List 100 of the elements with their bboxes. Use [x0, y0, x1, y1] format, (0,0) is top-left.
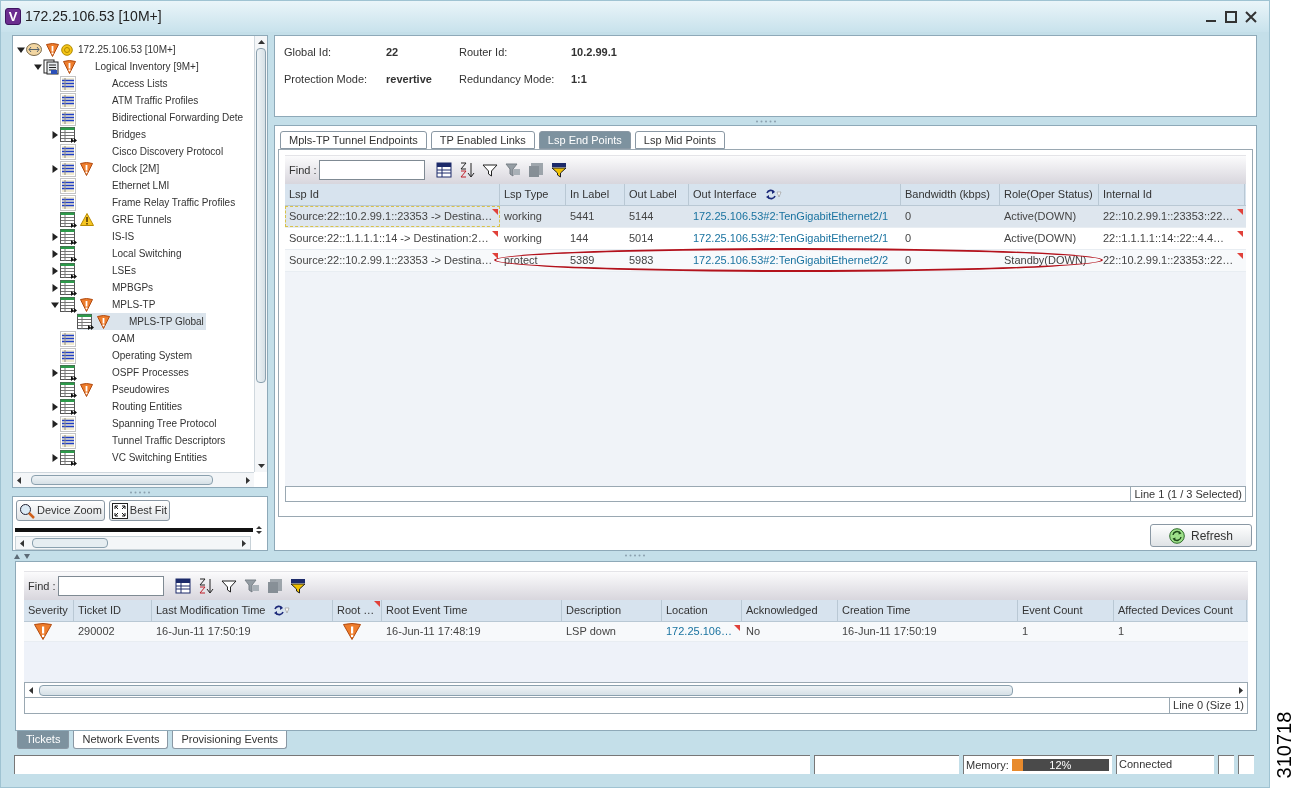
splitter-grip-icon[interactable]: [624, 554, 646, 557]
tree-item[interactable]: OAM: [60, 330, 137, 347]
tree-item[interactable]: MPBGPs: [60, 279, 156, 296]
expand-arrow-icon[interactable]: [51, 266, 59, 275]
expand-arrow-icon[interactable]: [51, 402, 59, 411]
tree-item[interactable]: Tunnel Traffic Descriptors: [60, 432, 228, 449]
table-row[interactable]: 290002 16-Jun-11 17:50:19 16-Jun-11 17:48:19 LSP down 172.25.106… No 16-Jun-11 17:50:19 1 1: [24, 622, 1248, 642]
tab[interactable]: Lsp Mid Points: [634, 131, 725, 149]
filter-icon[interactable]: [550, 162, 567, 178]
expand-arrow-icon[interactable]: [51, 164, 59, 173]
tab[interactable]: Mpls-TP Tunnel Endpoints: [280, 131, 427, 149]
collapse-arrow-icon[interactable]: [17, 45, 25, 54]
scrollbar[interactable]: [15, 536, 251, 550]
splitter-grip-icon[interactable]: [754, 119, 777, 123]
column-header[interactable]: Root Event Time: [382, 600, 562, 621]
tree-item[interactable]: MPLS-TP Global: [77, 313, 206, 330]
sort-arrows-icon[interactable]: [273, 605, 291, 616]
tree-item[interactable]: Pseudowires: [60, 381, 172, 398]
tree-item[interactable]: Bridges: [60, 126, 148, 143]
tree-item[interactable]: Local Switching: [60, 245, 184, 262]
column-header[interactable]: Severity: [24, 600, 74, 621]
export-icon[interactable]: [174, 578, 191, 594]
export-icon[interactable]: [435, 162, 452, 178]
scroll-thumb[interactable]: [39, 684, 1013, 696]
tree-item[interactable]: Routing Entities: [60, 398, 185, 415]
expand-arrow-icon[interactable]: [51, 419, 59, 428]
expand-arrow-icon[interactable]: [51, 453, 59, 462]
tab[interactable]: Network Events: [73, 731, 169, 749]
tree-item[interactable]: Frame Relay Traffic Profiles: [60, 194, 238, 211]
tab[interactable]: Provisioning Events: [172, 731, 288, 749]
column-header[interactable]: Out Interface: [689, 184, 901, 205]
column-header[interactable]: Out Label: [625, 184, 689, 205]
filter-icon[interactable]: [481, 162, 498, 178]
column-header[interactable]: Role(Oper Status): [1000, 184, 1099, 205]
column-header[interactable]: Internal Id: [1099, 184, 1245, 205]
zoom-button[interactable]: Device Zoom: [16, 500, 105, 521]
table-row[interactable]: Source:22::10.2.99.1::23353 -> Destina… working 5441 5144 172.25.106.53#2:TenGigabitEthernet2/1 0 Active(DOWN) 22::10.2.99.1::23353::22…: [285, 206, 1246, 228]
tree-item[interactable]: IS-IS: [60, 228, 137, 245]
tree-item[interactable]: MPLS-TP: [60, 296, 158, 313]
collapse-arrow-icon[interactable]: [51, 300, 59, 309]
find-field[interactable]: [318, 160, 425, 180]
table-row[interactable]: Source:22::10.2.99.1::23353 -> Destina… protect 5389 5983 172.25.106.53#2:TenGigabitEthernet2/2 0 Standby(DOWN) 22::10.2.99.1::23353::22…: [285, 250, 1246, 272]
expand-arrow-icon[interactable]: [51, 249, 59, 258]
column-header[interactable]: Creation Time: [838, 600, 1018, 621]
zoom-button[interactable]: Best Fit: [108, 500, 171, 521]
copy-icon[interactable]: [266, 578, 283, 594]
tree-item[interactable]: OSPF Processes: [60, 364, 191, 381]
tree-item[interactable]: Access Lists: [60, 75, 170, 92]
scroll-thumb[interactable]: [31, 475, 213, 485]
column-header[interactable]: Ticket ID: [74, 600, 152, 621]
tree-item[interactable]: LSEs: [60, 262, 138, 279]
expand-arrow-icon[interactable]: [51, 232, 59, 241]
tree-item[interactable]: GRE Tunnels: [60, 211, 174, 228]
collapse-arrows-icon[interactable]: [13, 552, 33, 560]
column-header[interactable]: Acknowledged: [742, 600, 838, 621]
scrollbar[interactable]: [254, 36, 267, 472]
splitter-grip-icon[interactable]: [129, 490, 151, 494]
sort-arrows-icon[interactable]: [764, 189, 782, 200]
column-header[interactable]: Location: [662, 600, 742, 621]
scroll-thumb[interactable]: [32, 538, 108, 548]
close-icon[interactable]: [1245, 10, 1257, 23]
column-header[interactable]: Description: [562, 600, 662, 621]
maximize-icon[interactable]: [1225, 10, 1237, 23]
column-header[interactable]: Bandwidth (kbps): [901, 184, 1000, 205]
tree-item[interactable]: Spanning Tree Protocol: [60, 415, 219, 432]
column-header[interactable]: Event Count: [1018, 600, 1114, 621]
tree-item[interactable]: Logical Inventory [9M+]: [43, 58, 201, 75]
filter-icon[interactable]: [289, 578, 306, 594]
expand-arrow-icon[interactable]: [51, 283, 59, 292]
refresh-button[interactable]: Refresh: [1150, 524, 1252, 547]
alarm-icon: [343, 623, 361, 640]
expand-arrow-icon[interactable]: [51, 368, 59, 377]
tree-item[interactable]: Bidirectional Forwarding Dete: [60, 109, 246, 126]
tree-item[interactable]: ATM Traffic Profiles: [60, 92, 201, 109]
tab[interactable]: TP Enabled Links: [430, 131, 535, 149]
tree-item[interactable]: Operating System: [60, 347, 195, 364]
table-icon: [60, 296, 78, 313]
column-header[interactable]: Affected Devices Count: [1114, 600, 1247, 621]
list-icon: [60, 75, 76, 92]
collapse-arrow-icon[interactable]: [34, 62, 42, 71]
tree-item[interactable]: 172.25.106.53 [10M+]: [26, 41, 178, 58]
tree-item[interactable]: Ethernet LMI: [60, 177, 172, 194]
expand-arrow-icon[interactable]: [51, 130, 59, 139]
column-header[interactable]: In Label: [566, 184, 625, 205]
scrollbar[interactable]: [24, 682, 1248, 698]
tree-item[interactable]: Cisco Discovery Protocol: [60, 143, 226, 160]
column-header[interactable]: Last Modification Time: [152, 600, 333, 621]
copy-icon[interactable]: [527, 162, 544, 178]
column-header[interactable]: Lsp Type: [500, 184, 566, 205]
scroll-thumb[interactable]: [256, 48, 266, 383]
table-row[interactable]: Source:22::1.1.1.1::14 -> Destination:2… working 144 5014 172.25.106.53#2:TenGigabitEthernet2/1 0 Active(DOWN) 22::1.1.1.1::14::22::4.4…: [285, 228, 1246, 250]
tree-item[interactable]: Clock [2M]: [60, 160, 162, 177]
column-header[interactable]: Root …: [333, 600, 382, 621]
sort-icon[interactable]: [458, 162, 475, 178]
tree-item[interactable]: VC Switching Entities: [60, 449, 210, 466]
filter-icon[interactable]: [220, 578, 237, 594]
scrollbar[interactable]: [13, 472, 254, 487]
column-header[interactable]: Lsp Id: [285, 184, 500, 205]
find-field[interactable]: [57, 576, 164, 596]
sort-icon[interactable]: [197, 578, 214, 594]
